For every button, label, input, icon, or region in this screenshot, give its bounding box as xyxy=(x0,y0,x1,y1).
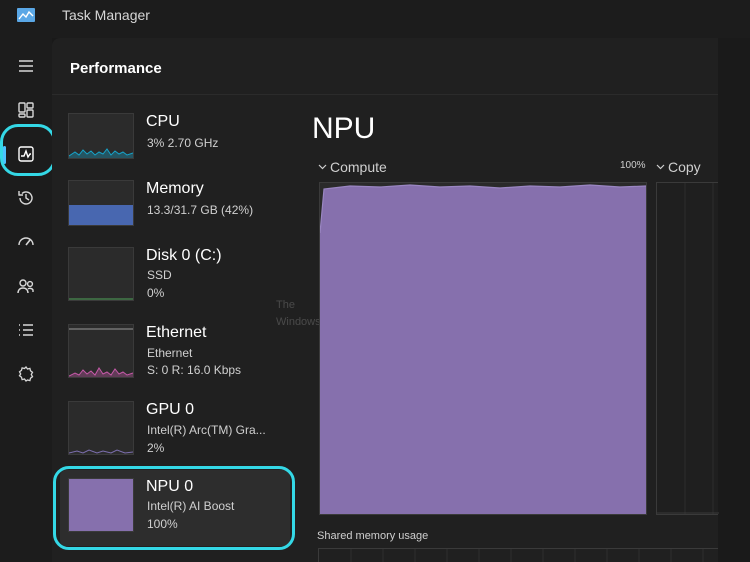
users-icon xyxy=(17,279,34,294)
services-gear-icon xyxy=(18,366,34,382)
hamburger-icon xyxy=(19,60,33,72)
copy-label: Copy xyxy=(668,159,701,175)
device-detail: Intel(R) AI Boost xyxy=(147,499,235,513)
nav-startup-apps[interactable] xyxy=(6,224,46,260)
performance-icon xyxy=(18,146,34,162)
device-name: Ethernet xyxy=(146,324,207,341)
compute-utilization-graph xyxy=(319,182,647,515)
device-name: NPU 0 xyxy=(146,478,194,495)
nav-processes[interactable] xyxy=(6,92,46,128)
device-item-disk-0[interactable]: Disk 0 (C:) SSD 0% xyxy=(60,247,290,315)
details-list-icon xyxy=(19,324,33,336)
history-icon xyxy=(18,191,33,205)
device-detail: 13.3/31.7 GB (42%) xyxy=(147,203,254,217)
window-title: Task Manager xyxy=(62,7,150,23)
title-bar: Task Manager xyxy=(0,0,750,38)
nav-services[interactable] xyxy=(6,356,46,392)
disk-thumbnail-graph xyxy=(68,247,134,301)
compute-utilization-area xyxy=(320,185,646,514)
device-detail-usage: 0% xyxy=(147,286,165,300)
cpu-thumbnail-graph xyxy=(68,113,134,159)
nav-rail xyxy=(0,38,52,562)
device-item-ethernet[interactable]: Ethernet Ethernet S: 0 R: 16.0 Kbps xyxy=(60,324,290,392)
device-item-npu-0[interactable]: NPU 0 Intel(R) AI Boost 100% xyxy=(60,470,290,546)
device-detail: Ethernet xyxy=(147,346,193,360)
device-name: Memory xyxy=(146,180,204,197)
nav-active-indicator xyxy=(3,146,6,164)
device-name: CPU xyxy=(146,113,180,130)
compute-graph-max: 100% xyxy=(620,160,646,171)
shared-memory-label: Shared memory usage xyxy=(317,530,429,542)
detail-title: NPU xyxy=(312,112,376,145)
compute-graph-selector[interactable]: Compute xyxy=(318,159,387,175)
device-item-memory[interactable]: Memory 13.3/31.7 GB (42%) xyxy=(60,180,290,248)
device-name: GPU 0 xyxy=(146,401,195,418)
window-edge-strip xyxy=(718,38,750,562)
device-detail: 3% 2.70 GHz xyxy=(147,136,219,150)
shared-memory-graph xyxy=(318,548,718,562)
gpu-thumbnail-graph xyxy=(68,401,134,455)
device-detail: SSD xyxy=(147,268,172,282)
copy-utilization-graph xyxy=(656,182,719,515)
npu-thumbnail-graph xyxy=(68,478,134,532)
device-detail-usage: 2% xyxy=(147,441,165,455)
processes-icon xyxy=(18,102,34,118)
copy-graph-selector[interactable]: Copy xyxy=(656,159,701,175)
device-item-gpu-0[interactable]: GPU 0 Intel(R) Arc(TM) Gra... 2% xyxy=(60,401,290,469)
header-divider xyxy=(52,94,718,95)
compute-label: Compute xyxy=(330,159,387,175)
device-name: Disk 0 (C:) xyxy=(146,247,222,264)
startup-icon xyxy=(18,237,34,246)
device-item-cpu[interactable]: CPU 3% 2.70 GHz xyxy=(60,113,290,181)
nav-performance[interactable] xyxy=(6,136,46,172)
ethernet-thumbnail-graph xyxy=(68,324,134,378)
device-detail-throughput: S: 0 R: 16.0 Kbps xyxy=(147,363,242,377)
nav-users[interactable] xyxy=(6,268,46,304)
hamburger-menu-button[interactable] xyxy=(6,48,46,84)
chevron-down-icon xyxy=(656,164,665,170)
memory-thumbnail-graph xyxy=(68,180,134,226)
chevron-down-icon xyxy=(318,164,327,170)
watermark-text: The Windows xyxy=(276,299,321,328)
nav-app-history[interactable] xyxy=(6,180,46,216)
page-title: Performance xyxy=(70,60,162,77)
task-manager-app-icon xyxy=(17,8,35,22)
device-detail-usage: 100% xyxy=(147,517,178,531)
nav-details[interactable] xyxy=(6,312,46,348)
device-detail: Intel(R) Arc(TM) Gra... xyxy=(147,423,266,437)
